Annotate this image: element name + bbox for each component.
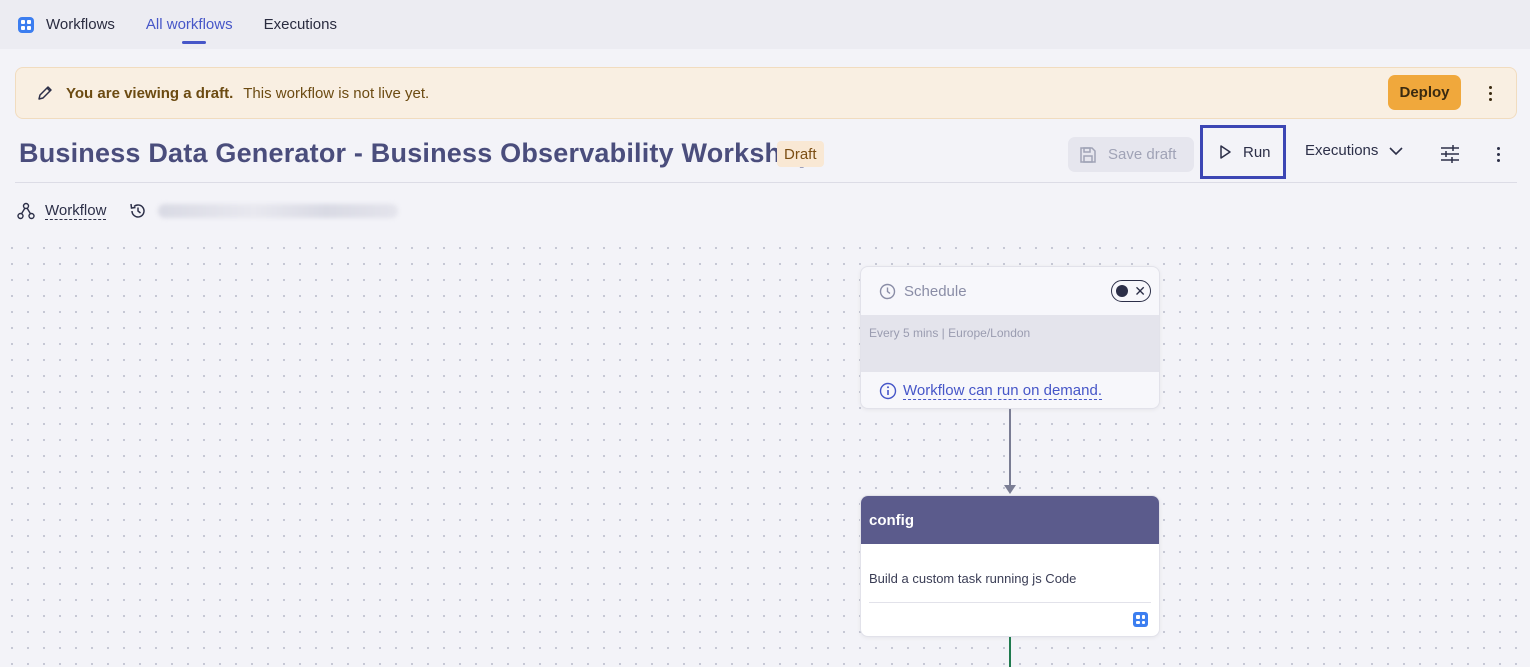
executions-label: Executions [1305,142,1379,159]
tab-executions[interactable]: Executions [264,16,337,33]
top-nav: Workflows All workflows Executions [0,0,1530,49]
connector-arrow-icon [1004,485,1016,494]
chevron-down-icon [1389,146,1403,155]
play-icon [1220,145,1231,159]
save-draft-button[interactable]: Save draft [1068,137,1194,172]
workflow-graph-icon [17,202,35,220]
banner-text: This workflow is not live yet. [243,84,430,102]
on-demand-link[interactable]: Workflow can run on demand. [903,382,1102,400]
config-node[interactable]: config Build a custom task running js Co… [860,495,1160,637]
schedule-node-footer: Workflow can run on demand. [861,372,1159,408]
more-options-icon[interactable] [1489,144,1507,164]
node-connector-success [1009,637,1011,667]
pencil-icon [38,86,52,100]
executions-dropdown[interactable]: Executions [1305,142,1404,159]
close-icon: ✕ [1134,283,1146,299]
banner-more-icon[interactable] [1481,80,1499,106]
save-draft-label: Save draft [1108,146,1177,163]
toggle-knob [1116,285,1128,297]
draft-banner: You are viewing a draft. This workflow i… [15,67,1517,119]
workflow-link[interactable]: Workflow [45,202,107,220]
schedule-node-title: Schedule [904,282,967,300]
save-icon [1080,146,1096,163]
workflows-app-icon [18,16,34,33]
config-node-divider [869,602,1151,603]
config-node-header: config [861,496,1159,544]
run-label: Run [1243,143,1271,161]
schedule-toggle[interactable]: ✕ [1111,280,1151,302]
schedule-node-body: Every 5 mins | Europe/London [861,315,1159,372]
run-button[interactable]: Run [1200,125,1286,179]
info-icon [879,382,897,400]
status-badge: Draft [777,141,824,167]
clock-icon [879,283,896,299]
config-node-description: Build a custom task running js Code [869,571,1077,586]
workflows-app-icon [1133,612,1148,627]
schedule-node[interactable]: Schedule ✕ Every 5 mins | Europe/London … [860,266,1160,409]
banner-strong-text: You are viewing a draft. [66,84,234,102]
workflow-subbar: Workflow [17,201,399,221]
header-divider [15,182,1517,183]
node-connector [1009,409,1011,487]
app-name[interactable]: Workflows [46,16,115,33]
workflow-canvas[interactable] [0,234,1530,667]
history-icon[interactable] [128,201,148,221]
page-title: Business Data Generator - Business Obser… [19,138,815,168]
deploy-button[interactable]: Deploy [1388,75,1461,110]
blurred-text [158,204,399,218]
tab-all-workflows[interactable]: All workflows [146,16,233,44]
schedule-detail: Every 5 mins | Europe/London [869,326,1031,340]
sliders-icon[interactable] [1439,144,1461,164]
